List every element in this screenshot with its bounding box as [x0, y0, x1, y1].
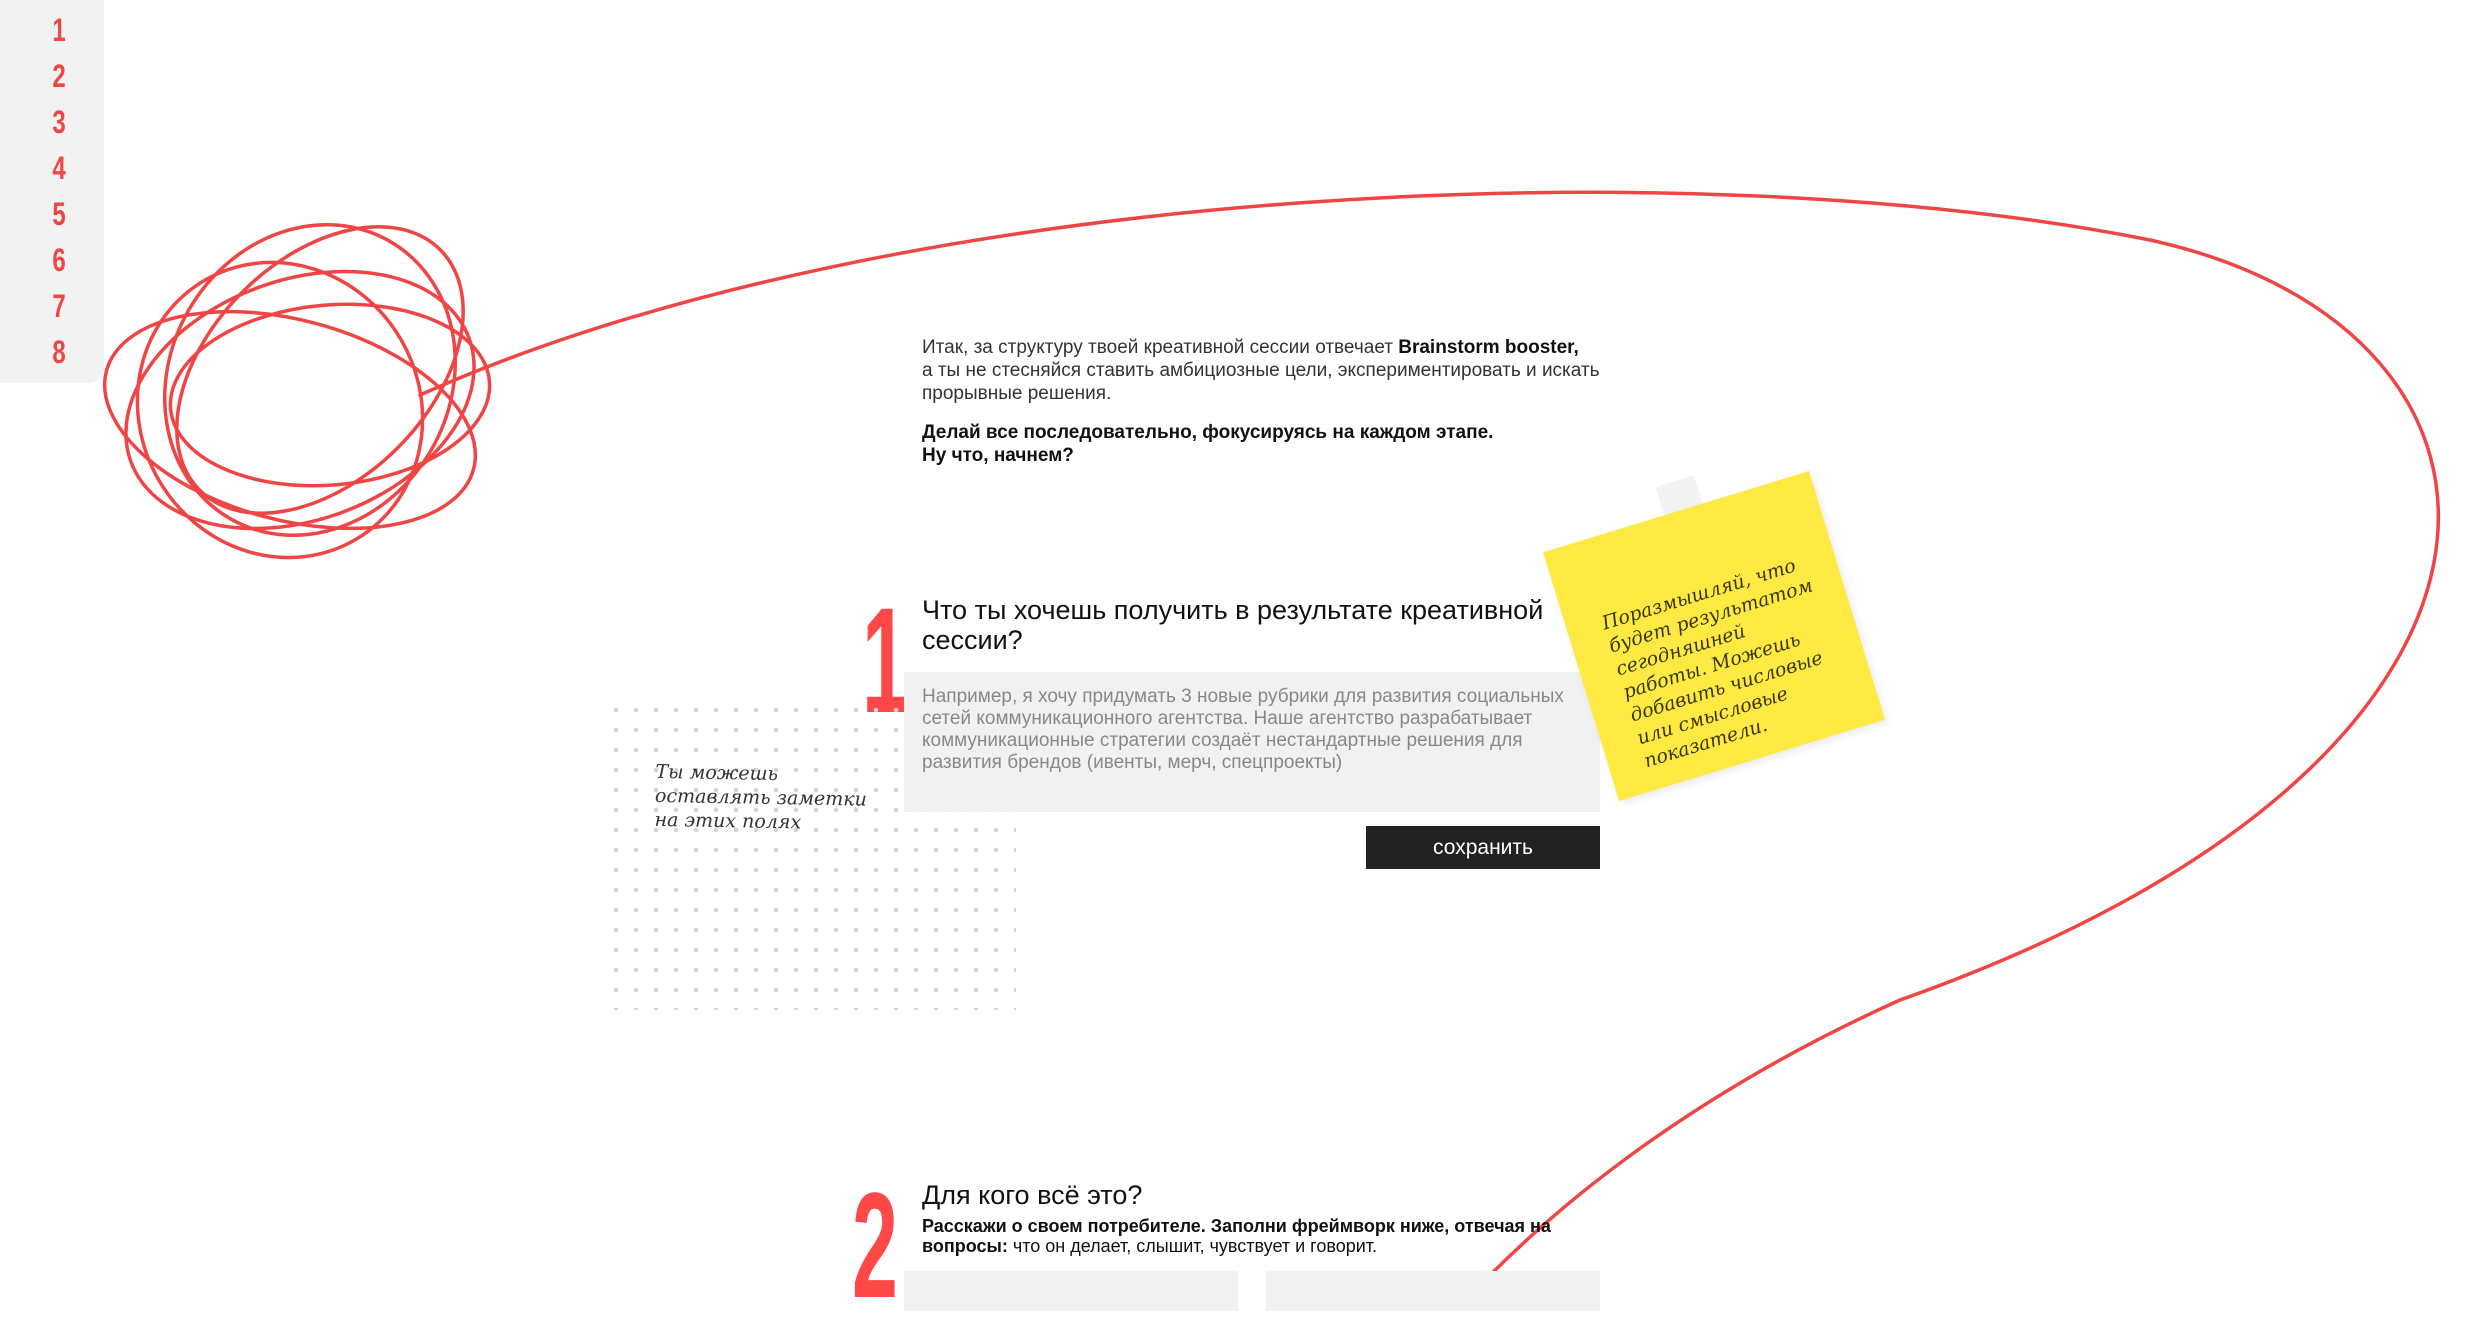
intro-text: Итак, за структуру твоей креативной сесс… — [922, 336, 1642, 483]
step-2-subtitle-rest: что он делает, слышит, чувствует и говор… — [1007, 1236, 1378, 1256]
sticky-note-text: Поразмышляй, что будет результатом сегод… — [1599, 554, 1826, 773]
framework-field-left[interactable] — [904, 1271, 1238, 1311]
intro-line-post: а ты не стесняйся ставить амбициозные це… — [922, 360, 1600, 404]
scribble-ellipse — [102, 309, 478, 531]
step-2-subtitle: Расскажи о своем потребителе. Заполни фр… — [922, 1216, 1622, 1256]
step-2-title: Для кого всё это? — [922, 1180, 1143, 1210]
goal-answer-field[interactable] — [904, 672, 1600, 812]
intro-cta-1: Делай все последовательно, фокусируясь н… — [922, 422, 1494, 443]
brand-name: Brainstorm booster, — [1398, 337, 1579, 358]
scribble-ellipse — [124, 269, 476, 531]
intro-line-pre: Итак, за структуру твоей креативной сесс… — [922, 337, 1399, 358]
save-button[interactable]: сохранить — [1366, 826, 1600, 869]
intro-cta-2: Ну что, начнем? — [922, 445, 1074, 466]
scribble-ellipse — [135, 260, 425, 560]
step-1-title: Что ты хочешь получить в результате креа… — [922, 595, 1544, 655]
notes-hint: Ты можешь оставлять заметки на этих поля… — [654, 760, 868, 834]
step-2-number: 2 — [852, 1161, 898, 1329]
framework-field-right[interactable] — [1266, 1271, 1600, 1311]
